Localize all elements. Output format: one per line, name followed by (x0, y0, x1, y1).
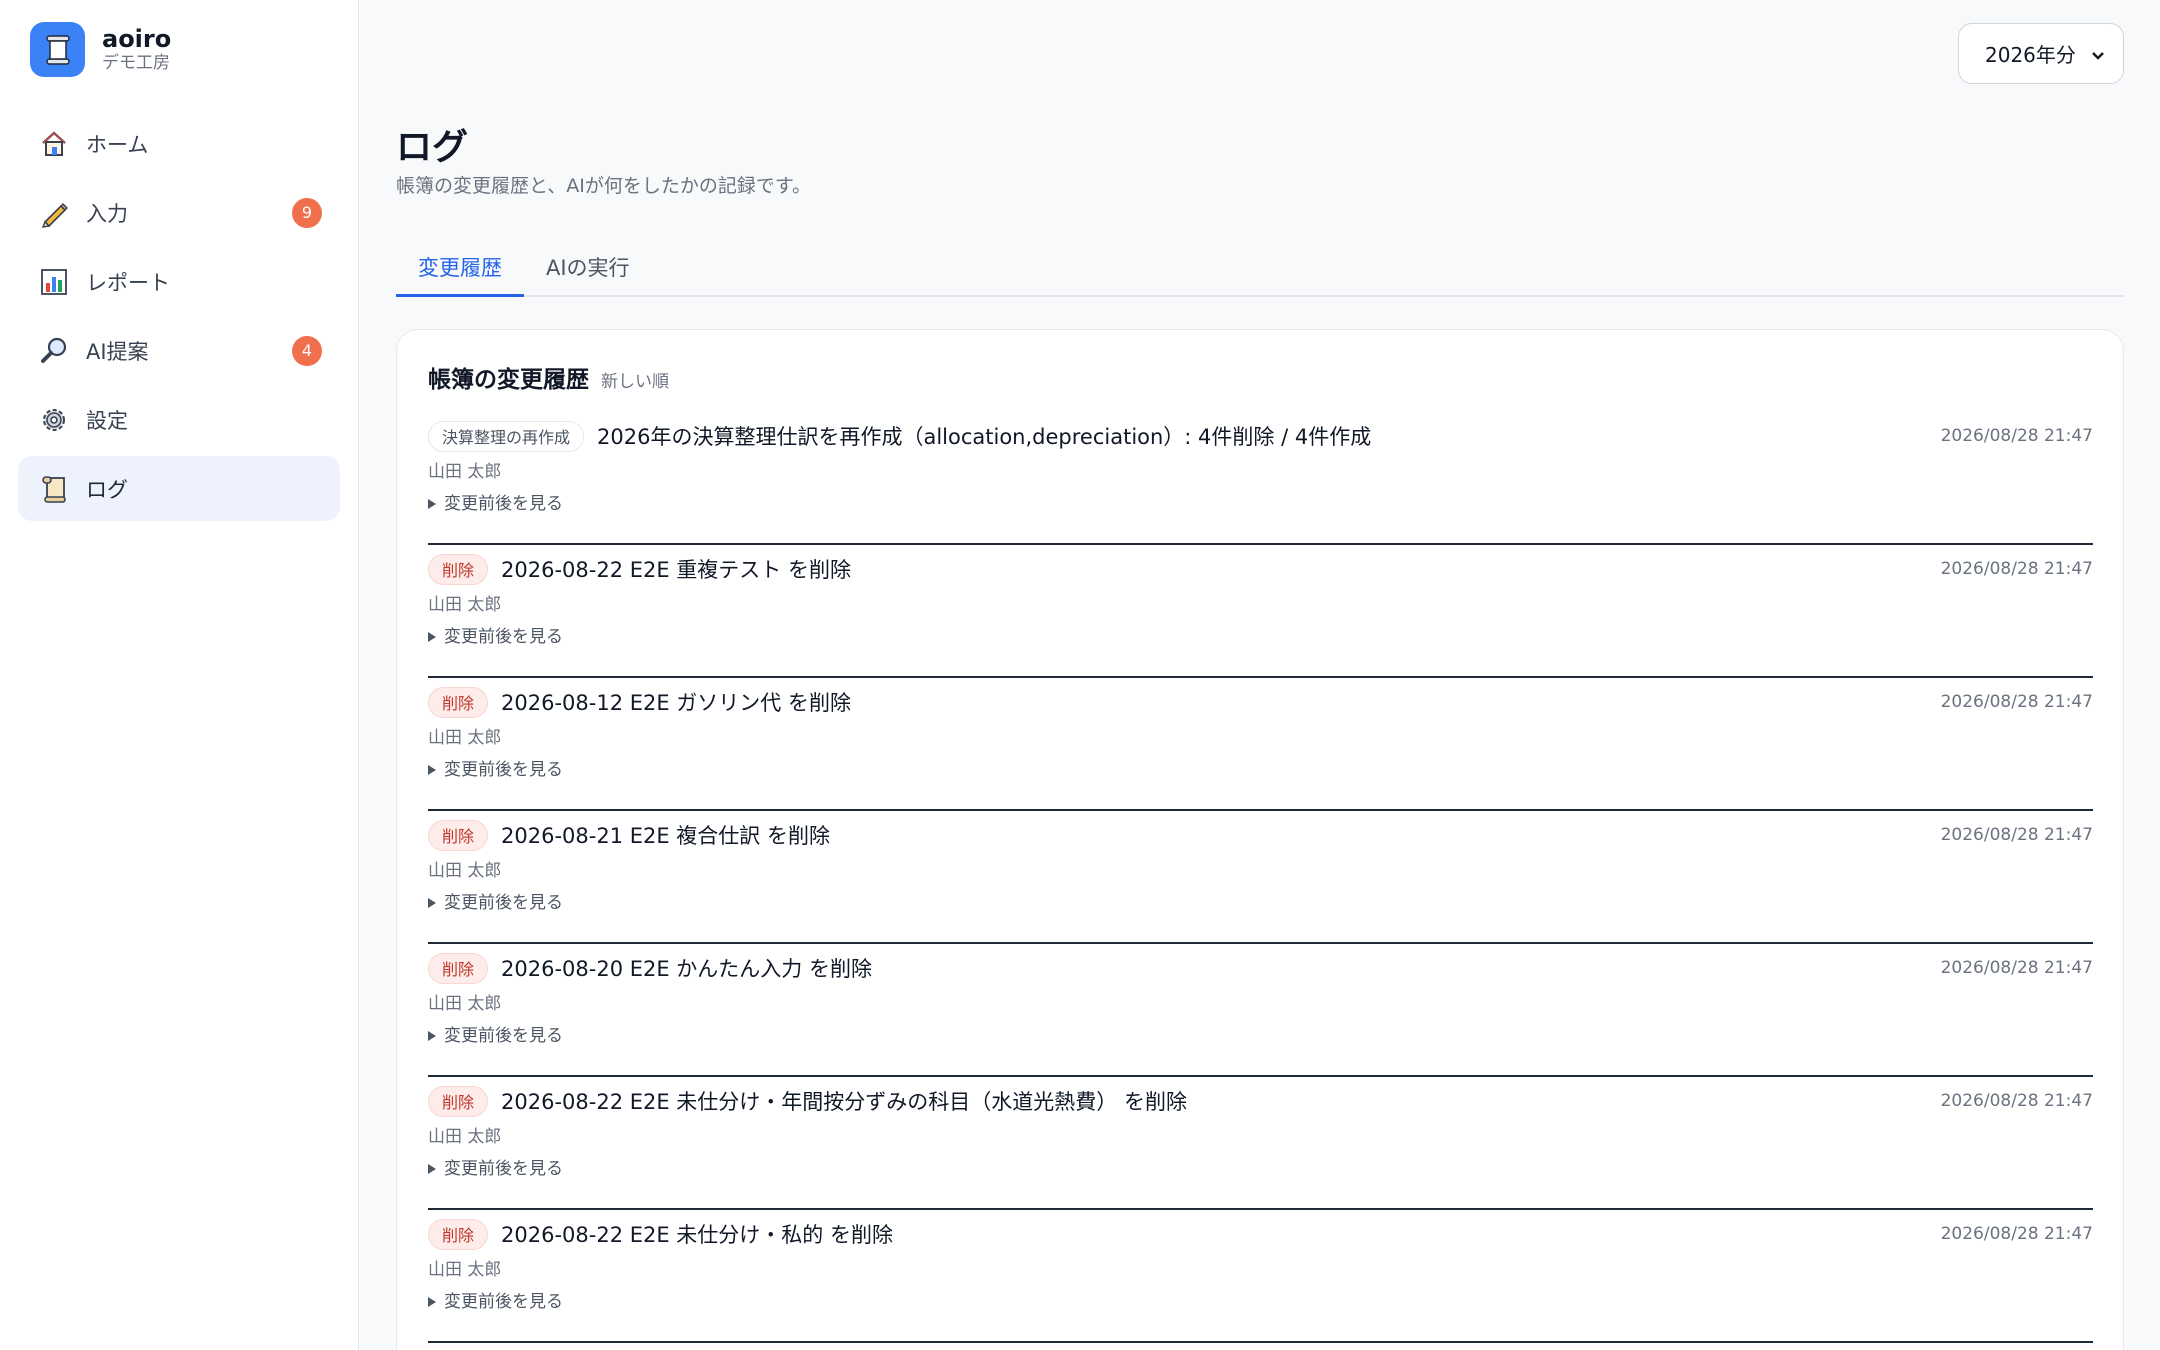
main-content: 2026年分 ログ 帳簿の変更履歴と、AIが何をしたかの記録です。 変更履歴 A… (359, 0, 2160, 1350)
year-select-value: 2026年分 (1985, 43, 2076, 67)
log-entry: 決算整理の再作成 2026年の決算整理仕訳を再作成（allocation,dep… (428, 412, 2093, 545)
log-entry-user: 山田 太郎 (428, 728, 502, 748)
chevron-down-icon (2091, 42, 2105, 66)
gear-icon (38, 404, 70, 436)
log-entry-time: 2026/08/28 21:47 (1940, 692, 2093, 712)
log-entry-time: 2026/08/28 21:47 (1940, 825, 2093, 845)
log-entry-title: 2026年の決算整理仕訳を再作成（allocation,depreciation… (597, 425, 1372, 449)
disclosure-triangle-icon (428, 1031, 436, 1041)
pencil-icon (38, 197, 70, 229)
brand: aoiro デモ工房 (30, 22, 340, 77)
disclosure-triangle-icon (428, 499, 436, 509)
log-entry-title: 2026-08-20 E2E かんたん入力 を削除 (501, 957, 872, 981)
tab-change-history[interactable]: 変更履歴 (396, 240, 524, 297)
history-card: 帳簿の変更履歴 新しい順 決算整理の再作成 2026年の決算整理仕訳を再作成（a… (396, 329, 2124, 1350)
magnifier-icon (38, 335, 70, 367)
log-entry: 削除 2026-08-22 E2E 未仕分け・私的 を削除 2026/08/28… (428, 1210, 2093, 1343)
log-entry-title: 2026-08-12 E2E ガソリン代 を削除 (501, 691, 851, 715)
show-diff-label: 変更前後を見る (444, 893, 563, 913)
show-diff-toggle[interactable]: 変更前後を見る (428, 488, 563, 520)
log-entry-title: 2026-08-22 E2E 未仕分け・私的 を削除 (501, 1223, 893, 1247)
count-badge: 9 (292, 197, 322, 228)
house-icon (38, 128, 70, 160)
log-entry-title: 2026-08-22 E2E 重複テスト を削除 (501, 558, 851, 582)
log-entry-user: 山田 太郎 (428, 994, 502, 1014)
log-entry-user: 山田 太郎 (428, 861, 502, 881)
disclosure-triangle-icon (428, 898, 436, 908)
log-entry-time: 2026/08/28 21:47 (1940, 958, 2093, 978)
show-diff-label: 変更前後を見る (444, 1159, 563, 1179)
log-entry-time: 2026/08/28 21:47 (1940, 1224, 2093, 1244)
action-tag: 削除 (428, 1218, 489, 1250)
log-entry: 削除 2026-08-22 E2E 未仕分け・年間按分ずみの科目（水道光熱費） … (428, 1077, 2093, 1210)
log-entry-title: 2026-08-22 E2E 未仕分け・年間按分ずみの科目（水道光熱費） を削除 (501, 1090, 1187, 1114)
log-entry: 削除 2026-08-21 E2E 複合仕訳 を削除 2026/08/28 21… (428, 811, 2093, 944)
sidebar-item-label: AI提案 (86, 339, 149, 364)
sidebar-item-label: レポート (86, 270, 170, 295)
card-header: 帳簿の変更履歴 新しい順 (428, 360, 2093, 394)
show-diff-label: 変更前後を見る (444, 627, 563, 647)
disclosure-triangle-icon (428, 632, 436, 642)
action-tag: 削除 (428, 819, 489, 851)
disclosure-triangle-icon (428, 1297, 436, 1307)
show-diff-label: 変更前後を見る (444, 1292, 563, 1312)
count-badge: 4 (292, 335, 322, 366)
log-entry-time: 2026/08/28 21:47 (1940, 559, 2093, 579)
page-description: 帳簿の変更履歴と、AIが何をしたかの記録です。 (396, 175, 811, 197)
sidebar-item-ai-suggestions[interactable]: AI提案 4 (18, 318, 340, 383)
sidebar-item-settings[interactable]: 設定 (18, 387, 340, 452)
action-tag: 削除 (428, 952, 489, 984)
sidebar-item-log[interactable]: ログ (18, 456, 340, 521)
sidebar-item-report[interactable]: レポート (18, 249, 340, 314)
log-entry: 削除 2026-08-20 E2E かんたん入力 を削除 2026/08/28 … (428, 944, 2093, 1077)
disclosure-triangle-icon (428, 1164, 436, 1174)
tab-bar: 変更履歴 AIの実行 (396, 240, 2124, 297)
sort-order-label: 新しい順 (601, 372, 669, 392)
log-entry-title: 2026-08-21 E2E 複合仕訳 を削除 (501, 824, 830, 848)
scroll-icon (38, 473, 70, 505)
log-entry-time: 2026/08/28 21:47 (1940, 426, 2093, 446)
sidebar-item-input[interactable]: 入力 9 (18, 180, 340, 245)
sidebar-nav: ホーム 入力 9 レポート AI提案 4 設定 ログ (18, 111, 340, 521)
show-diff-toggle[interactable]: 変更前後を見る (428, 754, 563, 786)
year-select[interactable]: 2026年分 (1958, 23, 2124, 84)
log-entry-user: 山田 太郎 (428, 462, 502, 482)
action-tag: 削除 (428, 553, 489, 585)
card-title: 帳簿の変更履歴 (428, 367, 589, 393)
sidebar: aoiro デモ工房 ホーム 入力 9 レポート AI提案 4 設定 ログ (0, 0, 359, 1350)
log-entry-user: 山田 太郎 (428, 595, 502, 615)
disclosure-triangle-icon (428, 765, 436, 775)
scroll-logo-icon (30, 22, 85, 77)
show-diff-toggle[interactable]: 変更前後を見る (428, 621, 563, 653)
show-diff-toggle[interactable]: 変更前後を見る (428, 1153, 563, 1185)
workspace-name: デモ工房 (102, 53, 170, 74)
action-tag: 決算整理の再作成 (428, 420, 585, 452)
show-diff-label: 変更前後を見る (444, 494, 563, 514)
app-root: aoiro デモ工房 ホーム 入力 9 レポート AI提案 4 設定 ログ 20… (0, 0, 2160, 1350)
page-title: ログ (396, 127, 469, 168)
sidebar-item-home[interactable]: ホーム (18, 111, 340, 176)
tab-ai-runs[interactable]: AIの実行 (524, 240, 652, 297)
app-name: aoiro (102, 24, 172, 53)
sidebar-item-label: 設定 (86, 408, 128, 433)
sidebar-item-label: 入力 (86, 201, 128, 226)
action-tag: 削除 (428, 686, 489, 718)
log-entry-user: 山田 太郎 (428, 1260, 502, 1280)
show-diff-toggle[interactable]: 変更前後を見る (428, 1020, 563, 1052)
action-tag: 削除 (428, 1085, 489, 1117)
log-entry: 削除 2026-08-22 E2E 重複テスト を削除 2026/08/28 2… (428, 545, 2093, 678)
log-entry-user: 山田 太郎 (428, 1127, 502, 1147)
show-diff-toggle[interactable]: 変更前後を見る (428, 1286, 563, 1318)
sidebar-item-label: ホーム (86, 132, 149, 157)
show-diff-label: 変更前後を見る (444, 760, 563, 780)
show-diff-toggle[interactable]: 変更前後を見る (428, 887, 563, 919)
sidebar-item-label: ログ (86, 477, 128, 502)
log-entry: 削除 2026-08-12 E2E ガソリン代 を削除 2026/08/28 2… (428, 678, 2093, 811)
show-diff-label: 変更前後を見る (444, 1026, 563, 1046)
log-entry-time: 2026/08/28 21:47 (1940, 1091, 2093, 1111)
bar-chart-icon (38, 266, 70, 298)
